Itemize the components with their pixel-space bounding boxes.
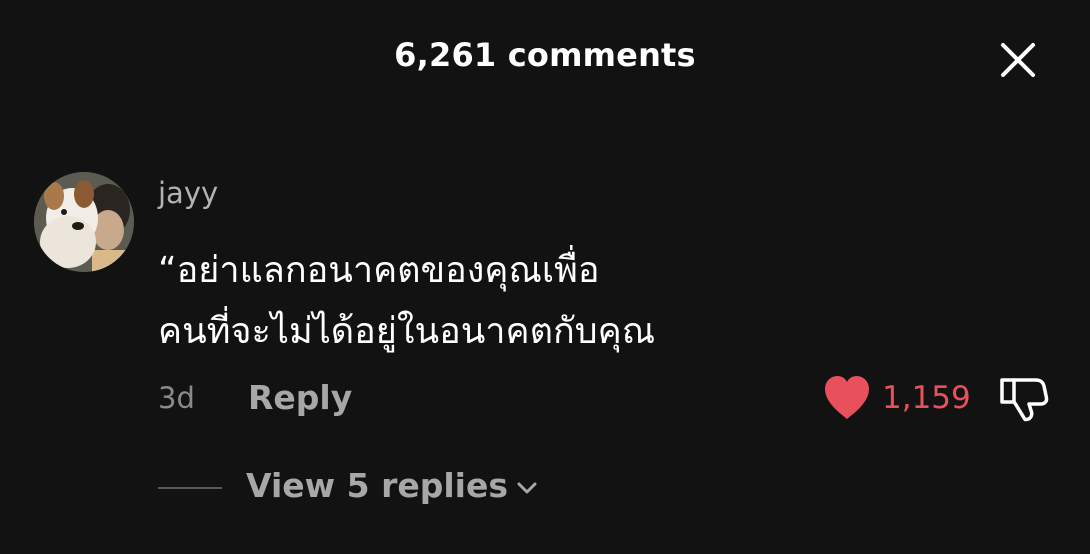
close-button[interactable] xyxy=(994,36,1042,84)
comment-timestamp: 3d xyxy=(158,381,195,415)
comment-text: “อย่าแลกอนาคตของคุณเพื่อ คนที่จะไม่ได้อย… xyxy=(158,240,858,362)
view-replies-button[interactable]: View 5 replies xyxy=(246,466,538,505)
heart-icon xyxy=(825,376,869,419)
view-replies-label: View 5 replies xyxy=(246,466,509,505)
like-button[interactable]: 1,159 xyxy=(822,372,971,424)
avatar[interactable] xyxy=(34,172,134,272)
comments-title: 6,261 comments xyxy=(394,36,696,74)
comment-username[interactable]: jayy xyxy=(158,176,218,210)
comment-text-line-2: คนที่จะไม่ได้อยู่ในอนาคตกับคุณ xyxy=(158,311,656,352)
dislike-button[interactable] xyxy=(998,374,1050,422)
like-count: 1,159 xyxy=(882,380,971,416)
replies-divider xyxy=(158,487,222,489)
comment-text-line-1: “อย่าแลกอนาคตของคุณเพื่อ xyxy=(158,250,600,291)
close-icon xyxy=(1001,43,1035,77)
chevron-down-icon xyxy=(517,482,537,493)
reply-button[interactable]: Reply xyxy=(248,378,352,417)
thumbs-down-icon xyxy=(1000,378,1049,422)
user-avatar xyxy=(34,172,134,272)
